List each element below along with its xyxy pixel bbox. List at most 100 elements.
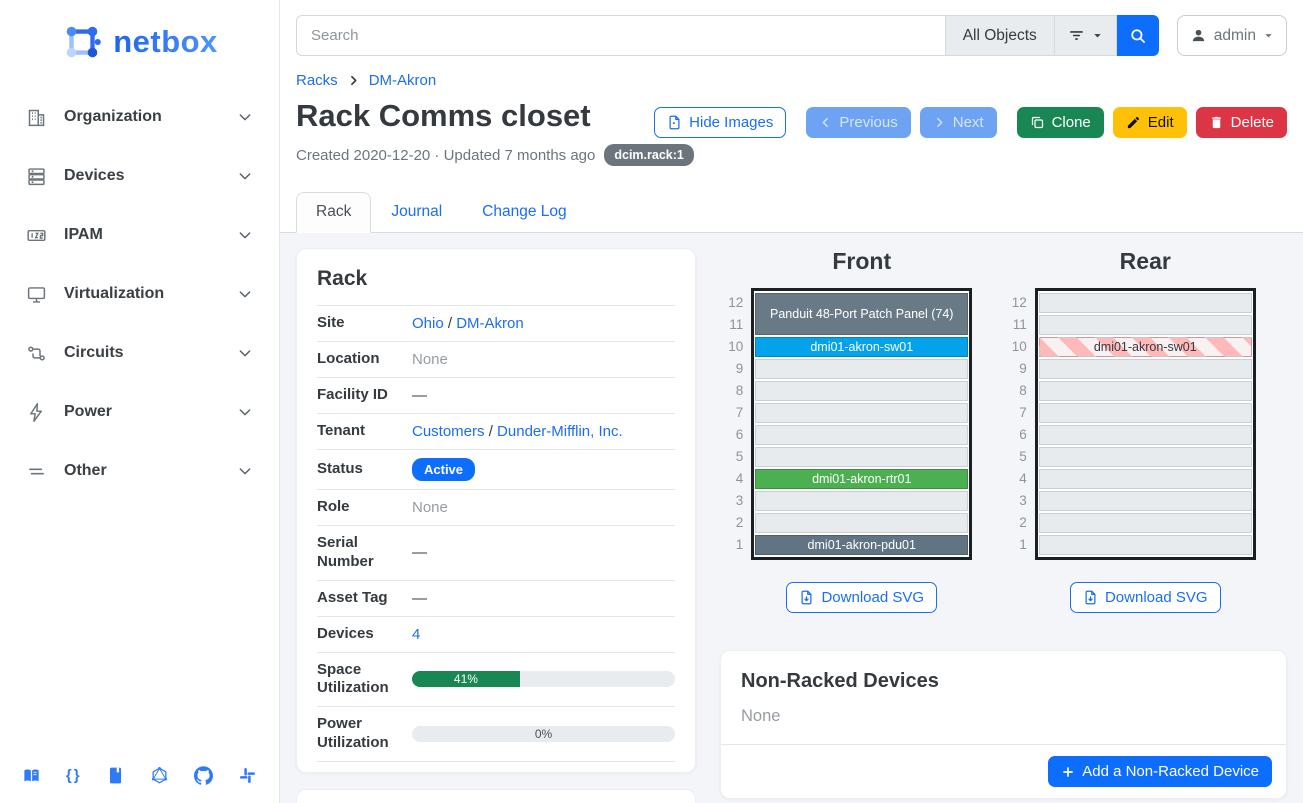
front-elevation: Front 121110987654321 Panduit 48-Port Pa… (720, 248, 1004, 613)
global-search: All Objects (296, 15, 1159, 56)
tenant-group-link[interactable]: Customers (412, 423, 485, 440)
journal-icon[interactable] (106, 766, 125, 785)
unit-number: 3 (1007, 490, 1027, 512)
file-download-icon (799, 590, 814, 605)
right-column: Front 121110987654321 Panduit 48-Port Pa… (720, 248, 1287, 799)
rack-unit-empty[interactable] (755, 513, 968, 533)
search-filter-button[interactable] (1055, 15, 1117, 56)
delete-button[interactable]: Delete (1196, 107, 1287, 138)
trash-icon (1209, 115, 1224, 130)
rack-unit-empty[interactable] (1039, 447, 1252, 467)
rack-card-title: Rack (317, 267, 675, 291)
person-icon (1190, 27, 1207, 44)
sidebar-item-power[interactable]: Power (14, 393, 265, 431)
netbox-logo[interactable]: netbox (0, 10, 279, 74)
rack-unit-empty[interactable] (755, 425, 968, 445)
topbar: All Objects (280, 0, 1303, 56)
front-download-svg-button[interactable]: Download SVG (786, 582, 937, 613)
clone-button[interactable]: Clone (1017, 107, 1104, 138)
sidebar-item-devices[interactable]: Devices (14, 157, 265, 195)
rear-download-svg-button[interactable]: Download SVG (1070, 582, 1221, 613)
breadcrumb-racks-link[interactable]: Racks (296, 72, 338, 89)
site-link[interactable]: DM-Akron (456, 315, 524, 332)
graphql-icon[interactable] (150, 766, 169, 785)
rack-device[interactable]: dmi01-akron-rtr01 (755, 469, 968, 489)
hide-images-button[interactable]: Hide Images (654, 107, 786, 138)
chevron-down-icon (237, 109, 253, 125)
search-scope-button[interactable]: All Objects (945, 15, 1055, 56)
edit-button[interactable]: Edit (1113, 107, 1187, 138)
unit-number: 8 (723, 380, 743, 402)
add-non-racked-device-button[interactable]: Add a Non-Racked Device (1048, 756, 1272, 787)
rack-unit-empty[interactable] (1039, 381, 1252, 401)
user-menu-button[interactable]: admin (1177, 15, 1287, 56)
sidebar-item-circuits[interactable]: Circuits (14, 334, 265, 372)
tenant-link[interactable]: Dunder-Mifflin, Inc. (497, 423, 623, 440)
sidebar-item-other[interactable]: Other (14, 452, 265, 490)
rack-unit-empty[interactable] (755, 491, 968, 511)
tab-journal[interactable]: Journal (371, 192, 462, 233)
unit-number: 2 (1007, 512, 1027, 534)
page-header: Racks DM-Akron Rack Comms closet Hide Im… (280, 56, 1303, 178)
rack-unit-empty[interactable] (1039, 359, 1252, 379)
github-icon[interactable] (194, 766, 213, 785)
rack-unit-empty[interactable] (1039, 535, 1252, 555)
action-buttons: Hide Images Previous Next (654, 107, 1287, 138)
plus-icon (1061, 765, 1075, 779)
rack-device[interactable]: dmi01-akron-sw01 (755, 337, 968, 357)
search-submit-button[interactable] (1117, 15, 1159, 56)
rack-device[interactable]: Panduit 48-Port Patch Panel (74) (755, 293, 968, 335)
copy-icon (1030, 115, 1045, 130)
search-scope-label: All Objects (963, 27, 1037, 45)
rack-info-card: Rack Site Ohio / DM-Akron Location None (296, 248, 696, 773)
breadcrumb-site-link[interactable]: DM-Akron (369, 72, 437, 89)
chevron-down-icon (237, 227, 253, 243)
chevron-down-icon (237, 463, 253, 479)
sidebar-item-organization[interactable]: Organization (14, 98, 265, 136)
rack-unit-empty[interactable] (1039, 491, 1252, 511)
docs-book-icon[interactable] (22, 766, 41, 785)
chevron-right-icon (933, 116, 946, 129)
attr-row-space-utilization: Space Utilization 41% (317, 652, 675, 707)
rack-unit-empty[interactable] (755, 359, 968, 379)
rack-device[interactable]: dmi01-akron-pdu01 (755, 535, 968, 555)
rack-unit-empty[interactable] (755, 381, 968, 401)
tab-bar: Rack Journal Change Log (280, 192, 1303, 233)
tab-rack[interactable]: Rack (296, 192, 371, 233)
breadcrumb: Racks DM-Akron (296, 72, 1287, 89)
object-meta: Created 2020-12-20 · Updated 7 months ag… (296, 144, 1287, 166)
next-button[interactable]: Next (920, 107, 997, 138)
sidebar-item-virtualization[interactable]: Virtualization (14, 275, 265, 313)
facility-id-value: — (412, 387, 675, 404)
menu-lines-icon (26, 460, 48, 482)
rack-unit-empty[interactable] (1039, 513, 1252, 533)
rack-unit-empty[interactable] (1039, 293, 1252, 313)
tab-change-log[interactable]: Change Log (462, 192, 586, 233)
page-title: Rack Comms closet (296, 97, 591, 134)
rack-unit-empty[interactable] (1039, 469, 1252, 489)
monitor-icon (26, 283, 48, 305)
unit-number: 4 (1007, 468, 1027, 490)
previous-button[interactable]: Previous (806, 107, 910, 138)
rack-unit-empty[interactable] (1039, 425, 1252, 445)
sidebar-item-label: Organization (64, 108, 162, 126)
search-input[interactable] (296, 15, 945, 56)
rack-unit-empty[interactable] (755, 447, 968, 467)
site-group-link[interactable]: Ohio (412, 315, 444, 332)
rest-api-braces-icon[interactable]: {} (66, 766, 82, 785)
rack-unit-empty[interactable] (755, 403, 968, 423)
unit-number: 11 (723, 314, 743, 336)
rack-unit-empty[interactable] (1039, 315, 1252, 335)
device-count-link[interactable]: 4 (412, 626, 420, 643)
rack-device[interactable]: dmi01-akron-sw01 (1039, 337, 1252, 357)
unit-number: 2 (723, 512, 743, 534)
rear-elevation-title: Rear (1120, 248, 1171, 275)
slack-icon[interactable] (238, 766, 257, 785)
sidebar-item-label: Other (64, 462, 107, 480)
sidebar-item-ipam[interactable]: IPAM (14, 216, 265, 254)
unit-number: 9 (1007, 358, 1027, 380)
sidebar-item-label: Virtualization (64, 285, 164, 303)
main-area: All Objects (280, 0, 1303, 803)
file-image-icon (667, 115, 682, 130)
rack-unit-empty[interactable] (1039, 403, 1252, 423)
